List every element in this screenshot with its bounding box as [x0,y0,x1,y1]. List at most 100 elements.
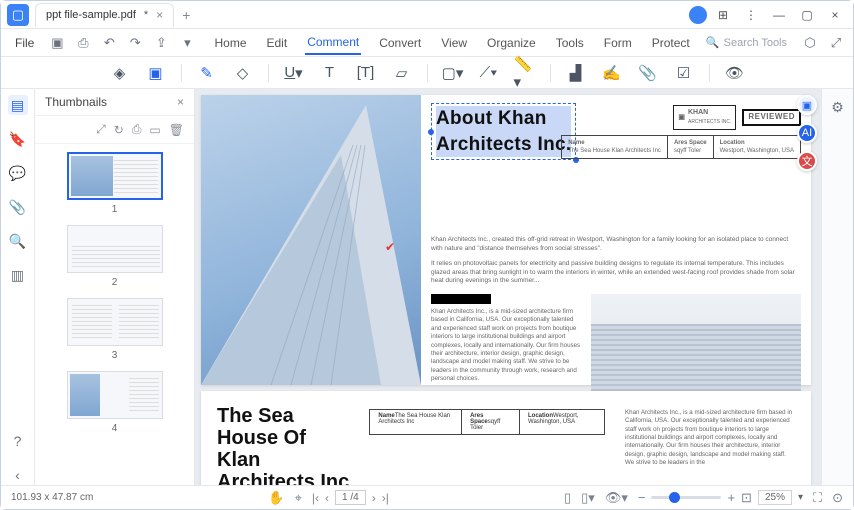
underline-tool[interactable]: U▾ [283,62,305,84]
new-tab-button[interactable]: + [182,7,190,23]
help-icon[interactable]: ? [8,431,28,451]
bookmarks-panel-icon[interactable]: 🔖 [8,129,28,149]
thumbnails-panel-icon[interactable]: ▤ [8,95,28,115]
thumb-delete-icon[interactable]: 🗑 [169,123,184,137]
file-menu[interactable]: File [7,32,42,54]
comments-panel-icon[interactable]: 💬 [8,163,28,183]
page1-column-text: Khan Architects Inc., is a mid-sized arc… [431,308,581,383]
minimize-button[interactable]: — [767,5,791,25]
search-panel-icon[interactable]: 🔍 [8,231,28,251]
close-tab-icon[interactable]: × [156,8,163,22]
page-total: /4 [350,492,358,503]
menu-tools[interactable]: Tools [554,32,586,54]
menu-edit[interactable]: Edit [265,32,290,54]
page1-title-line1: About Khan [436,106,571,132]
highlight-area-tool[interactable]: ◈ [109,62,131,84]
expand-icon[interactable]: ⤢ [825,32,847,54]
thumbnail-1-label: 1 [112,204,118,215]
attachment-tool[interactable]: 📎 [637,62,659,84]
stamp-tool[interactable]: ▟ [565,62,587,84]
highlight-tool[interactable]: ✎ [196,62,218,84]
menu-home[interactable]: Home [212,32,248,54]
page-1: ✔ About Khan Architects Inc. ▣ KHANARCHI… [201,95,811,385]
redo-icon[interactable]: ↷ [124,32,146,54]
collapse-rail-icon[interactable]: ‹ [8,465,28,485]
zoom-value[interactable]: 25% [758,490,792,505]
single-page-view-icon[interactable]: ▯ [564,490,571,506]
hide-comments-tool[interactable]: 👁 [724,62,746,84]
continuous-view-icon[interactable]: ▯▾ [581,490,595,506]
undo-icon[interactable]: ↶ [98,32,120,54]
fit-page-icon[interactable]: ⊡ [741,490,752,506]
float-ai-icon[interactable]: AI [797,123,817,143]
shape-tool[interactable]: ▢▾ [442,62,464,84]
hand-tool-icon[interactable]: ✋ [268,490,284,506]
page1-para2: It relies on photovoltaic panels for ele… [431,260,801,286]
fullscreen-icon[interactable]: ⛶ [813,490,822,506]
search-tools-field[interactable]: 🔍 Search Tools [706,36,795,49]
thumbnail-2-label: 2 [112,277,118,288]
file-tab[interactable]: ppt file-sample.pdf * × [35,3,174,27]
prev-page-button[interactable]: ‹ [325,491,329,505]
more-quick-icon[interactable]: ▾ [176,32,198,54]
note-tool[interactable]: ▣ [145,62,167,84]
attachments-panel-icon[interactable]: 📎 [8,197,28,217]
thumb-enlarge-icon[interactable]: ⤢ [96,122,106,137]
page2-right-col: Khan Architects Inc., is a mid-sized arc… [625,409,795,468]
feedback-icon[interactable]: ⊞ [711,5,735,25]
thumbnail-4[interactable] [67,371,163,419]
zoom-in-button[interactable]: + [727,490,735,505]
text-tool[interactable]: T [319,62,341,84]
page2-info-table: NameThe Sea House Klan Architects Inc Ar… [369,409,605,435]
share-icon[interactable]: ⇪ [150,32,172,54]
user-avatar[interactable] [689,6,707,24]
page-current[interactable]: 1 [342,492,348,503]
selected-text-block[interactable]: About Khan Architects Inc. [431,103,576,160]
measure-tool[interactable]: 📏▾ [514,62,536,84]
menu-comment[interactable]: Comment [305,31,361,55]
kebab-menu-icon[interactable]: ⋮ [739,5,763,25]
menu-protect[interactable]: Protect [650,32,692,54]
select-tool-icon[interactable]: ⌖ [295,490,302,506]
last-page-button[interactable]: ›| [382,491,389,505]
menu-convert[interactable]: Convert [377,32,423,54]
save-icon[interactable]: ▣ [46,32,68,54]
properties-panel-icon[interactable]: ⚙ [831,99,844,116]
read-mode-icon[interactable]: 👁▾ [605,490,628,506]
textbox-tool[interactable]: [T] [355,62,377,84]
building-render [591,294,801,404]
menu-view[interactable]: View [439,32,469,54]
next-page-button[interactable]: › [372,491,376,505]
thumbnail-2[interactable] [67,225,163,273]
first-page-button[interactable]: |‹ [312,491,319,505]
zoom-slider[interactable] [651,496,721,499]
fields-panel-icon[interactable]: ▥ [8,265,28,285]
callout-tool[interactable]: ▱ [391,62,413,84]
info-table: NameThe Sea House Klan Architects Inc Ar… [561,135,801,159]
close-thumbnails-icon[interactable]: × [177,95,184,109]
checkmark-annotation[interactable]: ✔ [385,240,395,254]
thumbnail-3[interactable] [67,298,163,346]
thumb-rotate-icon[interactable]: ↻ [114,123,124,137]
selection-handle-left[interactable] [428,129,434,135]
zoom-out-button[interactable]: − [638,490,646,505]
settings-status-icon[interactable]: ⊙ [832,490,843,506]
maximize-button[interactable]: ▢ [795,5,819,25]
eraser-tool[interactable]: ◇ [232,62,254,84]
signature-tool[interactable]: ✍ [601,62,623,84]
cloud-icon[interactable]: ⬡ [799,32,821,54]
zoom-dropdown-icon[interactable]: ▾ [798,492,803,503]
app-icon: ▢ [7,4,29,26]
menu-form[interactable]: Form [602,32,634,54]
thumb-insert-icon[interactable]: ▭ [149,123,160,137]
float-translate-icon[interactable]: 文 [797,151,817,171]
print-icon[interactable]: ⎙ [72,32,94,54]
float-badge-icon[interactable]: ▣ [797,95,817,115]
document-viewport[interactable]: ✔ About Khan Architects Inc. ▣ KHANARCHI… [195,89,821,485]
link-tool[interactable]: ☑ [673,62,695,84]
close-window-button[interactable]: × [823,5,847,25]
thumb-print-icon[interactable]: ⎙ [132,122,142,137]
menu-organize[interactable]: Organize [485,32,538,54]
thumbnail-1[interactable] [67,152,163,200]
line-tool[interactable]: ⟋▾ [478,62,500,84]
